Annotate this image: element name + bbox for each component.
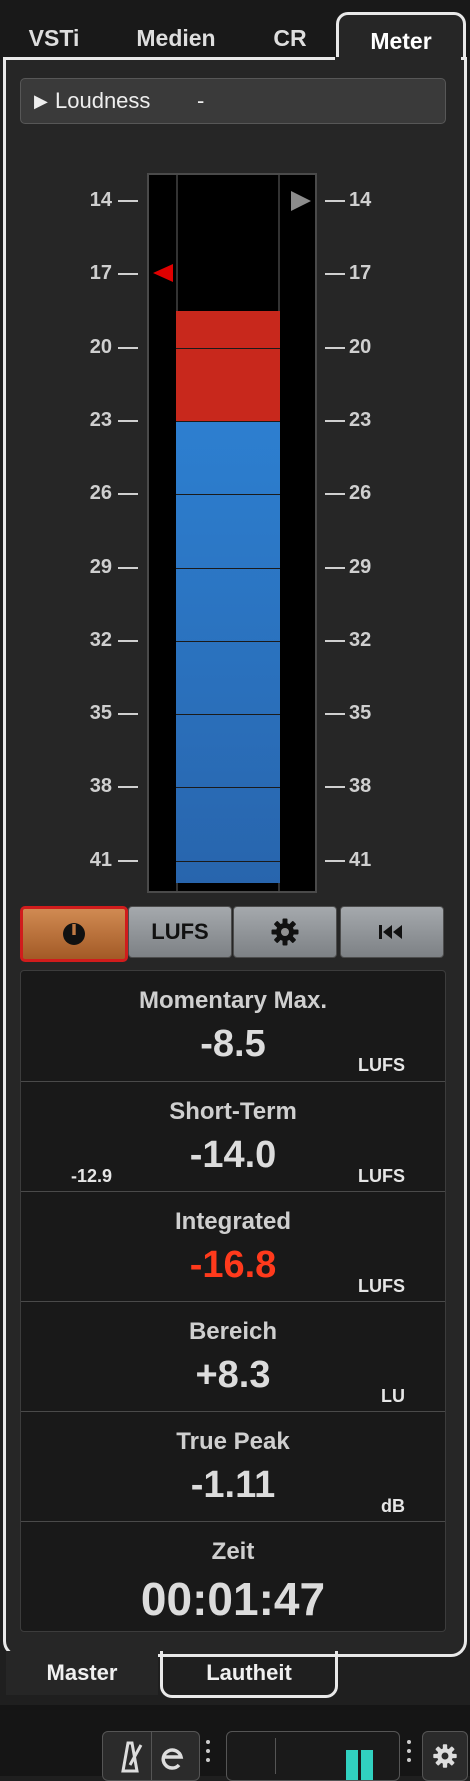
meter-segment-line bbox=[176, 860, 280, 862]
metronome-icon[interactable] bbox=[115, 1739, 145, 1773]
scale-tick-label-left: 23 bbox=[89, 408, 112, 431]
expand-triangle-icon: ▶ bbox=[34, 91, 48, 111]
meter-segment-line bbox=[176, 420, 280, 422]
meter-segment-line bbox=[176, 787, 280, 789]
scale-tick-label-left: 38 bbox=[89, 775, 112, 798]
scale-tick-label-left: 32 bbox=[89, 628, 112, 651]
loudness-header[interactable]: ▶ Loudness - bbox=[20, 78, 446, 124]
power-button[interactable] bbox=[20, 906, 128, 962]
drag-handle-icon[interactable] bbox=[407, 1740, 411, 1770]
scale-tick-dash-left bbox=[118, 200, 138, 202]
scale-tick-dash-right bbox=[325, 273, 345, 276]
meter-segment-line bbox=[176, 494, 280, 496]
stat-label: True Peak bbox=[176, 1428, 290, 1455]
stat-label: Bereich bbox=[188, 1318, 278, 1345]
tab-cr[interactable]: CR bbox=[250, 12, 330, 60]
tab-master[interactable]: Master bbox=[6, 1651, 158, 1695]
scale-tick-dash-right bbox=[325, 639, 345, 642]
meter-fill-red bbox=[176, 310, 280, 421]
scale-tick-dash-right bbox=[325, 566, 345, 569]
scale-tick-label-left: 29 bbox=[89, 555, 112, 578]
meter-segment-line bbox=[176, 567, 280, 569]
stat-unit: LUFS bbox=[358, 1166, 405, 1186]
scale-tick-dash-left bbox=[118, 273, 138, 276]
tool-group-left bbox=[102, 1731, 200, 1781]
scale-tick-label-right: 23 bbox=[349, 408, 372, 431]
meter-segment-line bbox=[176, 714, 280, 716]
tab-meter[interactable]: Meter bbox=[336, 12, 466, 63]
scale-tick-dash-left bbox=[118, 639, 138, 642]
stat-short-term: Short-Term -14.0 -12.9 LUFS bbox=[21, 1081, 445, 1192]
scale-tick-dash-left bbox=[118, 566, 138, 569]
scale-tick-label-right: 32 bbox=[349, 628, 372, 651]
scale-tick-label-right: 14 bbox=[349, 189, 372, 211]
scale-tick-label-left: 41 bbox=[89, 848, 112, 871]
stat-unit: LUFS bbox=[358, 1055, 405, 1075]
stat-label: Zeit bbox=[211, 1538, 255, 1565]
gear-icon bbox=[433, 1744, 457, 1768]
scale-tick-label-right: 38 bbox=[349, 775, 372, 798]
loudness-value: - bbox=[197, 88, 205, 113]
scale-tick-dash-right bbox=[325, 346, 345, 349]
stat-sub-value: -12.9 bbox=[71, 1166, 113, 1186]
settings-button[interactable] bbox=[233, 906, 337, 958]
stat-label: Momentary Max. bbox=[138, 987, 328, 1014]
meter-segment-line bbox=[176, 347, 280, 349]
stat-value: 00:01:47 bbox=[140, 1573, 326, 1625]
edit-mode-icon[interactable] bbox=[159, 1739, 189, 1773]
scale-tick-label-right: 29 bbox=[349, 555, 372, 578]
scale-tick-dash-right bbox=[325, 713, 345, 716]
stat-label: Short-Term bbox=[169, 1098, 297, 1125]
target-marker-icon bbox=[153, 264, 173, 283]
scale-tick-dash-right bbox=[325, 786, 345, 789]
reset-button[interactable] bbox=[340, 906, 444, 958]
loudness-stats: Momentary Max. -8.5 LUFS Short-Term -14.… bbox=[20, 970, 446, 1632]
top-tab-bar: VSTi Medien CR Meter bbox=[0, 0, 470, 63]
scale-tick-dash-left bbox=[118, 786, 138, 789]
scale-tick-label-right: 20 bbox=[349, 335, 372, 358]
tab-vsti[interactable]: VSTi bbox=[6, 12, 102, 60]
scale-tick-label-right: 41 bbox=[349, 848, 372, 871]
scale-tick-dash-left bbox=[118, 713, 138, 716]
gear-icon bbox=[271, 918, 299, 946]
scale-tick-dash-left bbox=[118, 859, 138, 862]
loudness-meter bbox=[147, 173, 317, 893]
loudness-title: Loudness bbox=[55, 88, 151, 113]
meter-fill-blue bbox=[176, 420, 280, 883]
scale-tick-label-left: 35 bbox=[89, 702, 112, 725]
scale-tick-dash-right bbox=[325, 200, 345, 202]
mini-meter[interactable] bbox=[226, 1731, 400, 1781]
skip-to-start-icon bbox=[379, 925, 402, 939]
stat-true-peak: True Peak -1.11 dB bbox=[21, 1411, 445, 1522]
scale-tick-dash-left bbox=[118, 493, 138, 496]
stat-label: Integrated bbox=[174, 1208, 291, 1235]
meter-segment-line bbox=[176, 640, 280, 642]
stat-unit: dB bbox=[381, 1496, 405, 1516]
scale-tick-label-left: 17 bbox=[89, 262, 112, 285]
scale-tick-dash-right bbox=[325, 493, 345, 496]
scale-tick-label-left: 14 bbox=[89, 189, 112, 211]
scale-tick-dash-right bbox=[325, 859, 345, 862]
scale-tick-label-left: 20 bbox=[89, 335, 112, 358]
stat-zeit: Zeit 00:01:47 bbox=[21, 1521, 445, 1632]
stat-unit: LU bbox=[381, 1386, 405, 1406]
tab-medien[interactable]: Medien bbox=[118, 12, 234, 60]
scale-tick-label-right: 35 bbox=[349, 702, 372, 725]
toolbar-settings-button[interactable] bbox=[422, 1731, 468, 1781]
stat-unit: LUFS bbox=[358, 1276, 405, 1296]
peak-marker-icon bbox=[291, 191, 311, 211]
scale-tick-dash-left bbox=[118, 346, 138, 349]
drag-handle-icon[interactable] bbox=[206, 1740, 210, 1770]
lufs-button[interactable]: LUFS bbox=[128, 906, 232, 958]
scale-tick-label-right: 17 bbox=[349, 262, 372, 285]
stat-bereich: Bereich +8.3 LU bbox=[21, 1301, 445, 1412]
scale-tick-label-left: 26 bbox=[89, 482, 112, 505]
power-icon bbox=[63, 923, 85, 945]
scale-tick-dash-left bbox=[118, 419, 138, 422]
stat-integrated: Integrated -16.8 LUFS bbox=[21, 1191, 445, 1302]
scale-tick-label-right: 26 bbox=[349, 482, 372, 505]
scale-tick-dash-right bbox=[325, 419, 345, 422]
stat-momentary-max: Momentary Max. -8.5 LUFS bbox=[21, 971, 445, 1081]
tab-lautheit[interactable]: Lautheit bbox=[160, 1651, 338, 1698]
